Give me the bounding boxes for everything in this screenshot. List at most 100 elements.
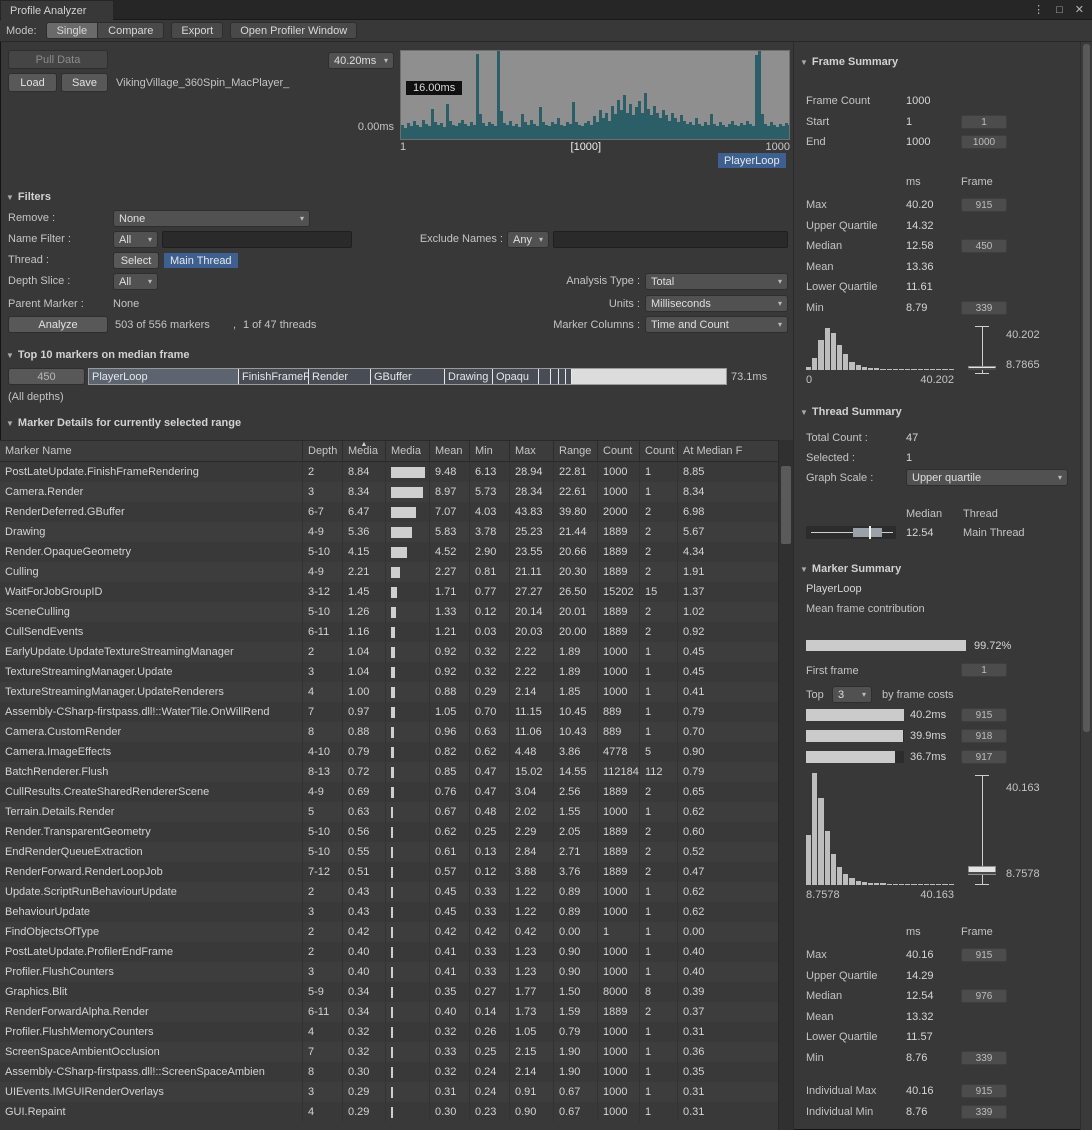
top10-section-header[interactable]: ▼Top 10 markers on median frame	[6, 349, 190, 361]
table-scrollbar[interactable]	[778, 440, 793, 1130]
filters-section-header[interactable]: ▼Filters	[6, 191, 51, 203]
export-button[interactable]: Export	[171, 22, 223, 39]
table-row[interactable]: Camera.ImageEffects4-100.790.820.624.483…	[0, 742, 778, 762]
frame-link-badge[interactable]: 1000	[961, 135, 1007, 149]
frame-link-badge[interactable]: 915	[961, 1084, 1007, 1098]
table-row[interactable]: BehaviourUpdate30.430.450.331.220.891000…	[0, 902, 778, 922]
table-row[interactable]: ScreenSpaceAmbientOcclusion70.320.330.25…	[0, 1042, 778, 1062]
kebab-menu-icon[interactable]: ⋮	[1033, 5, 1044, 16]
table-row[interactable]: FindObjectsOfType20.420.420.420.420.0011…	[0, 922, 778, 942]
maximize-icon[interactable]: □	[1056, 5, 1063, 16]
analysis-type-dropdown[interactable]: Total ▾	[645, 273, 788, 290]
table-row[interactable]: CullSendEvents6-111.161.210.0320.0320.00…	[0, 622, 778, 642]
table-row[interactable]: EarlyUpdate.UpdateTextureStreamingManage…	[0, 642, 778, 662]
column-header-min[interactable]: Min	[470, 441, 510, 461]
tab-compare[interactable]: Compare	[98, 22, 164, 39]
frame-link-badge[interactable]: 915	[961, 198, 1007, 212]
top10-segment[interactable]	[559, 369, 566, 384]
frame-link-badge[interactable]: 1	[961, 663, 1007, 677]
marker-details-section-header[interactable]: ▼Marker Details for currently selected r…	[6, 417, 241, 429]
open-profiler-window-button[interactable]: Open Profiler Window	[230, 22, 357, 39]
top10-segment[interactable]: FinishFrameR	[239, 369, 309, 384]
column-header-depth[interactable]: Depth	[303, 441, 343, 461]
column-header-max[interactable]: Max	[510, 441, 554, 461]
top10-segment[interactable]: Opaqu	[493, 369, 539, 384]
close-icon[interactable]: ✕	[1075, 5, 1084, 16]
table-row[interactable]: CullResults.CreateSharedRendererScene4-9…	[0, 782, 778, 802]
selected-marker-chip[interactable]: PlayerLoop	[718, 153, 786, 168]
table-row[interactable]: TextureStreamingManager.UpdateRenderers4…	[0, 682, 778, 702]
top10-segment[interactable]	[566, 369, 572, 384]
table-row[interactable]: Profiler.FlushMemoryCounters40.320.320.2…	[0, 1022, 778, 1042]
column-header-count-frame[interactable]: Count Fra	[640, 441, 678, 461]
frame-link-badge[interactable]: 915	[961, 948, 1007, 962]
frame-link-badge[interactable]: 339	[961, 301, 1007, 315]
table-row[interactable]: RenderForward.RenderLoopJob7-120.510.570…	[0, 862, 778, 882]
column-header-at-median[interactable]: At Median F	[678, 441, 778, 461]
table-row[interactable]: GUI.Repaint40.290.300.230.900.67100010.3…	[0, 1102, 778, 1122]
median-frame-badge-button[interactable]: 450	[8, 368, 85, 385]
table-row[interactable]: Terrain.Details.Render50.630.670.482.021…	[0, 802, 778, 822]
window-tab[interactable]: Profile Analyzer	[1, 1, 113, 20]
table-row[interactable]: Render.TransparentGeometry5-100.560.620.…	[0, 822, 778, 842]
name-filter-mode-dropdown[interactable]: All ▾	[113, 231, 158, 248]
table-row[interactable]: Graphics.Blit5-90.340.350.271.771.508000…	[0, 982, 778, 1002]
top10-segment[interactable]: GBuffer	[371, 369, 445, 384]
top10-segment[interactable]	[551, 369, 559, 384]
thread-select-button[interactable]: Select	[113, 252, 159, 269]
top-n-dropdown[interactable]: 3 ▾	[832, 686, 872, 703]
load-button[interactable]: Load	[8, 73, 57, 92]
table-row[interactable]: TextureStreamingManager.Update31.040.920…	[0, 662, 778, 682]
frame-time-chart[interactable]: 16.00ms	[400, 50, 790, 140]
table-row[interactable]: Assembly-CSharp-firstpass.dll!::ScreenSp…	[0, 1062, 778, 1082]
table-row[interactable]: SceneCulling5-101.261.330.1220.1420.0118…	[0, 602, 778, 622]
table-row[interactable]: UIEvents.IMGUIRenderOverlays30.290.310.2…	[0, 1082, 778, 1102]
top10-segment[interactable]: Render	[309, 369, 371, 384]
tab-single[interactable]: Single	[46, 22, 99, 39]
marker-columns-dropdown[interactable]: Time and Count ▾	[645, 316, 788, 333]
chart-scale-dropdown[interactable]: 40.20ms ▾	[328, 52, 394, 69]
frame-link-badge[interactable]: 918	[961, 729, 1007, 743]
top10-bar[interactable]: PlayerLoopFinishFrameRRenderGBufferDrawi…	[88, 368, 727, 385]
marker-summary-header[interactable]: ▼Marker Summary	[800, 563, 901, 575]
graph-scale-dropdown[interactable]: Upper quartile ▾	[906, 469, 1068, 486]
frame-link-badge[interactable]: 339	[961, 1105, 1007, 1119]
table-row[interactable]: Drawing4-95.365.833.7825.2321.44188925.6…	[0, 522, 778, 542]
thread-filter-chip[interactable]: Main Thread	[164, 253, 238, 268]
thread-summary-header[interactable]: ▼Thread Summary	[800, 406, 902, 418]
table-row[interactable]: EndRenderQueueExtraction5-100.550.610.13…	[0, 842, 778, 862]
frame-summary-header[interactable]: ▼Frame Summary	[800, 56, 898, 68]
column-header-mean[interactable]: Mean	[430, 441, 470, 461]
table-row[interactable]: RenderDeferred.GBuffer6-76.477.074.0343.…	[0, 502, 778, 522]
table-row[interactable]: Assembly-CSharp-firstpass.dll!::WaterTil…	[0, 702, 778, 722]
save-button[interactable]: Save	[61, 73, 108, 92]
analyze-button[interactable]: Analyze	[8, 316, 108, 333]
table-row[interactable]: RenderForwardAlpha.Render6-110.340.400.1…	[0, 1002, 778, 1022]
name-filter-input[interactable]	[162, 231, 352, 248]
table-row[interactable]: Update.ScriptRunBehaviourUpdate20.430.45…	[0, 882, 778, 902]
column-header-count[interactable]: Count	[598, 441, 640, 461]
table-scrollbar-thumb[interactable]	[781, 466, 791, 544]
frame-link-badge[interactable]: 339	[961, 1051, 1007, 1065]
exclude-mode-dropdown[interactable]: Any ▾	[507, 231, 549, 248]
table-row[interactable]: Render.OpaqueGeometry5-104.154.522.9023.…	[0, 542, 778, 562]
frame-link-badge[interactable]: 1	[961, 115, 1007, 129]
table-row[interactable]: Camera.Render38.348.975.7328.3422.611000…	[0, 482, 778, 502]
table-row[interactable]: PostLateUpdate.ProfilerEndFrame20.400.41…	[0, 942, 778, 962]
table-row[interactable]: Camera.CustomRender80.880.960.6311.0610.…	[0, 722, 778, 742]
table-row[interactable]: Culling4-92.212.270.8121.1120.30188921.9…	[0, 562, 778, 582]
column-header-median[interactable]: ▲Media	[343, 441, 386, 461]
top10-segment[interactable]: Drawing	[445, 369, 493, 384]
frame-link-badge[interactable]: 917	[961, 750, 1007, 764]
table-row[interactable]: WaitForJobGroupID3-121.451.710.7727.2726…	[0, 582, 778, 602]
column-header-range[interactable]: Range	[554, 441, 598, 461]
top10-segment[interactable]	[539, 369, 551, 384]
table-row[interactable]: BatchRenderer.Flush8-130.720.850.4715.02…	[0, 762, 778, 782]
units-dropdown[interactable]: Milliseconds ▾	[645, 295, 788, 312]
table-row[interactable]: PostLateUpdate.FinishFrameRendering28.84…	[0, 462, 778, 482]
column-header-marker-name[interactable]: Marker Name	[0, 441, 303, 461]
frame-link-badge[interactable]: 915	[961, 708, 1007, 722]
exclude-names-input[interactable]	[553, 231, 788, 248]
top10-segment[interactable]: PlayerLoop	[89, 369, 239, 384]
panel-scrollbar[interactable]	[1080, 42, 1092, 1130]
